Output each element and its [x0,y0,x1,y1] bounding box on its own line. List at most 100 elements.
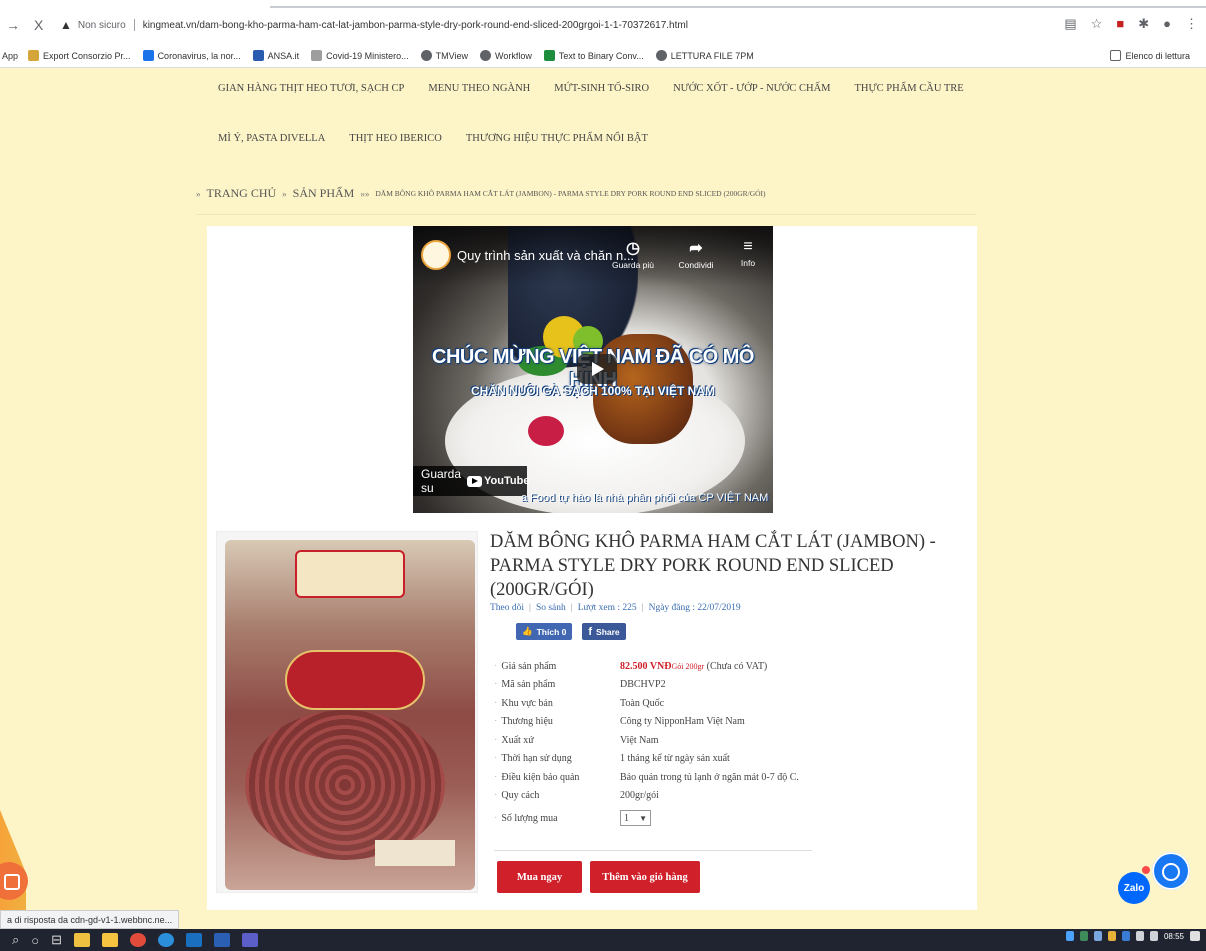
info-button[interactable]: ≡ Info [723,238,773,268]
word-icon[interactable] [214,933,231,947]
bullet-icon: · [494,716,498,728]
meta-separator: | [529,603,531,613]
notification-dot [1142,866,1150,874]
spec-value: Toàn Quốc [620,697,665,709]
messenger-icon[interactable] [1152,852,1190,890]
bookmark-favicon [28,50,40,61]
youtube-embed[interactable]: Quy trình sản xuất và chăn n... ◷ Guarda … [413,226,773,513]
product-image[interactable] [216,531,478,893]
breadcrumb-home[interactable]: TRANG CHỦ [207,186,277,201]
divider [196,214,976,215]
omnibox-divider [133,19,135,31]
compare-link[interactable]: So sánh [536,603,566,613]
nav-item[interactable]: MÌ Ý, PASTA DIVELLA [218,133,325,144]
tray-icon[interactable] [1093,931,1102,941]
price-unit: Gói 200gr [671,661,705,671]
channel-logo-icon[interactable] [421,240,451,270]
zalo-chat-button[interactable]: Zalo [1118,872,1150,904]
spec-value: Việt Nam [620,734,659,746]
tray-icon[interactable] [1107,931,1116,941]
browser-toolbar: → X ▲ Non sicuro kingmeat.vn/dam-bong-kh… [0,0,1206,44]
security-label[interactable]: Non sicuro [78,20,126,31]
nav-item[interactable]: GIAN HÀNG THỊT HEO TƯƠI, SẠCH CP [218,83,404,94]
watch-later-button[interactable]: ◷ Guarda più [608,238,658,270]
status-bar-tooltip: a di risposta da cdn-gd-v1-1.webbnc.ne..… [0,910,180,929]
file-explorer-icon[interactable] [102,933,119,947]
store-icon[interactable] [74,933,91,947]
breadcrumb-products[interactable]: SẢN PHẨM [293,186,355,201]
watch-on-youtube-button[interactable]: Guarda su YouTube [413,466,529,496]
spec-value: 200gr/gói [620,790,659,802]
puzzle-icon[interactable]: ✱ [1138,16,1149,32]
nav-item[interactable]: NƯỚC XỐT - ƯỚP - NƯỚC CHẤM [673,83,830,94]
spec-row: · Mã sản phẩm DBCHVP2 [494,676,814,695]
cortana-icon[interactable]: ○ [31,933,39,948]
url-text[interactable]: kingmeat.vn/dam-bong-kho-parma-ham-cat-l… [143,20,688,31]
bookmark-item[interactable]: Coronavirus, la nor... [142,50,241,61]
bookmark-item[interactable]: Covid-19 Ministero... [311,50,409,61]
spec-row: · Thời hạn sử dụng 1 tháng kể từ ngày sản… [494,750,814,769]
share-video-button[interactable]: ➦ Condividi [671,238,721,270]
nav-item[interactable]: MENU THEO NGÀNH [428,83,530,94]
reading-list[interactable]: Elenco di lettura [1110,50,1190,61]
bookmark-star-icon[interactable]: ☆ [1091,16,1103,32]
nav-item[interactable]: THỊT HEO IBERICO [349,133,442,144]
chrome-icon[interactable] [130,933,147,947]
tab-strip-divider [270,6,1206,8]
bullet-icon: · [494,697,498,709]
tray-icon[interactable] [1079,931,1088,941]
notifications-icon[interactable] [1190,931,1200,941]
follow-link[interactable]: Theo dõi [490,603,524,613]
bookmark-item[interactable]: Export Consorzio Pr... [28,50,131,61]
breadcrumb-arrow-icon: »» [360,188,370,199]
buy-now-button[interactable]: Mua ngay [497,861,582,893]
volume-icon[interactable] [1149,931,1158,941]
bookmark-favicon [142,50,154,61]
bookmark-item[interactable]: ANSA.it [252,50,299,61]
tray-icon[interactable] [1065,931,1074,941]
play-icon[interactable] [577,354,617,384]
warning-icon[interactable]: ▲ [60,18,72,32]
facebook-like-button[interactable]: 👍 Thích 0 [516,623,573,640]
bullet-icon: · [494,771,498,783]
forward-icon[interactable]: → [6,17,20,33]
task-view-icon[interactable]: ⊟ [51,932,62,948]
divider [494,850,812,851]
quantity-select[interactable]: 1 ▼ [620,810,651,826]
bookmark-item[interactable]: LETTURA FILE 7PM [655,50,754,61]
stop-icon[interactable]: X [34,17,43,33]
outlook-icon[interactable] [186,933,203,947]
extension-icon[interactable]: ■ [1116,16,1124,32]
nav-item[interactable]: MỨT-SINH TỐ-SIRO [554,83,649,94]
nav-item[interactable]: THƯƠNG HIỆU THỰC PHẨM NỔI BẬT [466,133,648,144]
product-meta: Theo dõi | So sánh | Lượt xem : 225 | Ng… [490,603,741,613]
tray-icon[interactable] [1121,931,1130,941]
network-icon[interactable] [1135,931,1144,941]
spec-value: DBCHVP2 [620,679,666,691]
taskbar: ⌕ ○ ⊟ 08:55 [0,929,1206,951]
add-to-cart-button[interactable]: Thêm vào giỏ hàng [590,861,700,893]
product-spec-table: · Giá sản phẩm 82.500 VNĐGói 200gr (Chưa … [494,657,814,831]
bookmark-item[interactable]: TMView [420,50,468,61]
ham-slices [245,710,445,860]
edge-icon[interactable] [158,933,175,947]
bullet-icon: · [494,734,498,746]
package-brand-label [295,550,405,598]
watch-on-label: Guarda su [421,467,462,495]
facebook-share-button[interactable]: f Share [582,623,626,640]
profile-icon[interactable]: ● [1163,16,1171,32]
nav-item[interactable]: THỰC PHẨM CẦU TRE [855,83,964,94]
bookmark-apps[interactable]: App [2,51,18,61]
playlist-icon: ≡ [743,238,753,255]
teams-icon[interactable] [242,933,259,947]
bookmark-item[interactable]: Workflow [480,50,532,61]
breadcrumb-arrow-icon: » [196,188,201,199]
globe-icon [655,50,667,61]
clock[interactable]: 08:55 [1164,932,1184,941]
bookmark-item[interactable]: Text to Binary Conv... [543,50,644,61]
address-bar[interactable]: ▲ Non sicuro kingmeat.vn/dam-bong-kho-pa… [60,14,1070,36]
search-icon[interactable]: ⌕ [12,932,19,948]
translate-icon[interactable]: ▤ [1064,16,1076,32]
spec-row: · Khu vực bán Toàn Quốc [494,694,814,713]
menu-icon[interactable]: ⋮ [1185,16,1198,32]
